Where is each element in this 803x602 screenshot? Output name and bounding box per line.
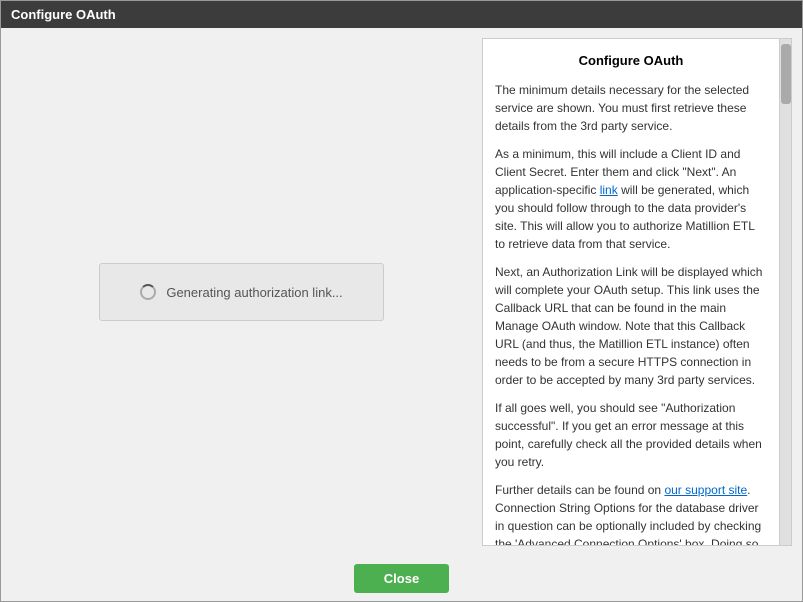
- right-panel-title: Configure OAuth: [495, 51, 767, 71]
- link-inline[interactable]: link: [600, 183, 618, 197]
- scrollbar-track[interactable]: [779, 39, 791, 545]
- help-paragraph-5: Further details can be found on our supp…: [495, 481, 767, 546]
- support-site-link[interactable]: our support site: [664, 483, 747, 497]
- help-paragraph-4: If all goes well, you should see "Author…: [495, 399, 767, 471]
- close-button[interactable]: Close: [354, 564, 449, 593]
- right-panel-wrapper: Configure OAuth The minimum details nece…: [482, 38, 792, 546]
- help-paragraph-2: As a minimum, this will include a Client…: [495, 145, 767, 253]
- content-area: Generating authorization link... Configu…: [1, 28, 802, 556]
- generating-text: Generating authorization link...: [166, 285, 342, 300]
- left-panel: Generating authorization link...: [11, 38, 472, 546]
- right-panel[interactable]: Configure OAuth The minimum details nece…: [483, 39, 779, 545]
- help-paragraph-1: The minimum details necessary for the se…: [495, 81, 767, 135]
- title-bar: Configure OAuth: [1, 1, 802, 28]
- footer: Close: [1, 556, 802, 601]
- window-title: Configure OAuth: [11, 7, 116, 22]
- generating-box: Generating authorization link...: [99, 263, 383, 321]
- loading-spinner: [140, 284, 156, 300]
- help-paragraph-3: Next, an Authorization Link will be disp…: [495, 263, 767, 389]
- scrollbar-thumb[interactable]: [781, 44, 791, 104]
- configure-oauth-window: Configure OAuth Generating authorization…: [0, 0, 803, 602]
